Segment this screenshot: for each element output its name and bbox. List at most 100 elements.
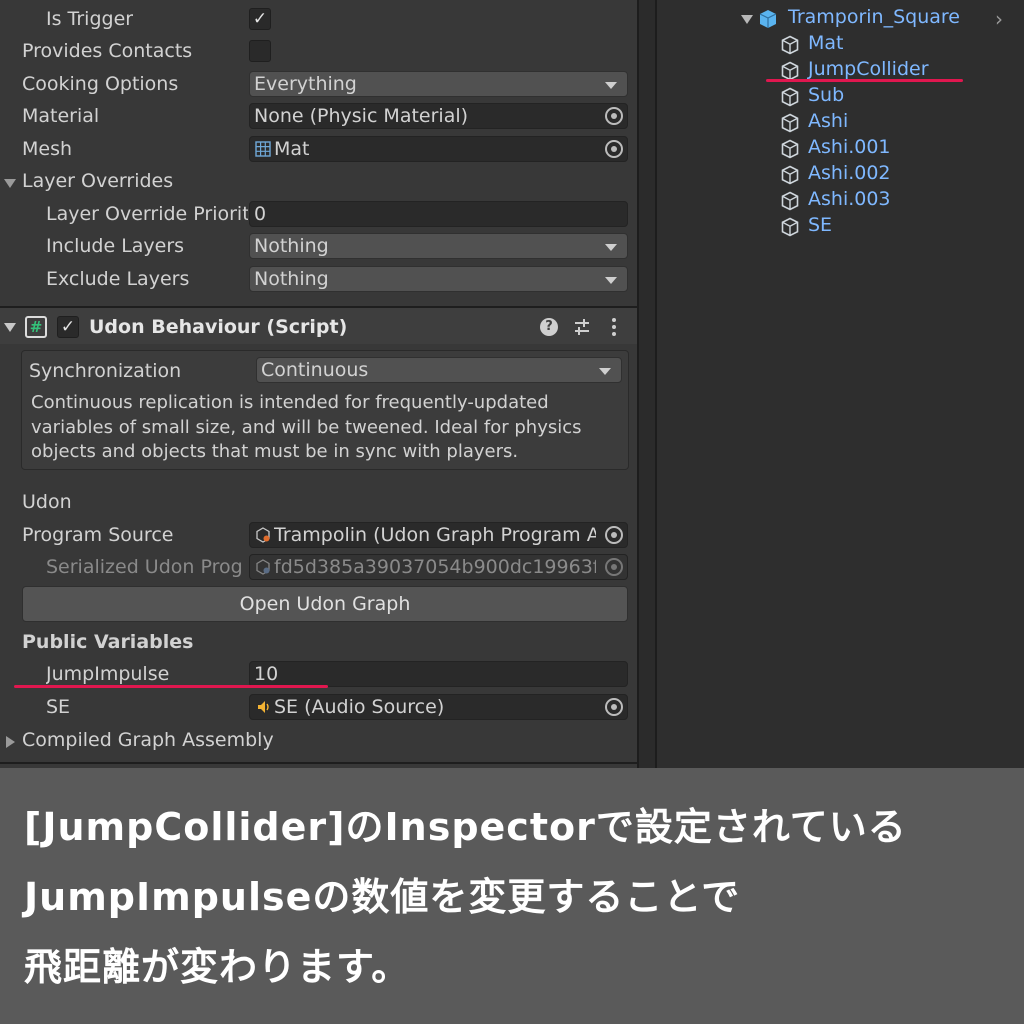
panel-splitter[interactable]: [637, 0, 657, 768]
program-source-value: Trampolin (Udon Graph Program As: [274, 524, 596, 546]
include-layers-label: Include Layers: [46, 235, 185, 257]
cooking-options-dropdown[interactable]: Everything: [249, 71, 628, 97]
hierarchy-panel: Tramporin_Square › Mat JumpCollider Sub Ash…: [712, 0, 1024, 768]
udon-behaviour-title: Udon Behaviour (Script): [89, 316, 348, 338]
udon-behaviour-header[interactable]: # ✓ Udon Behaviour (Script) ?: [0, 308, 637, 344]
se-value: SE (Audio Source): [274, 696, 445, 718]
hierarchy-item[interactable]: Ashi.002: [780, 162, 1010, 186]
se-label: SE: [46, 696, 71, 718]
prefab-cube-icon: [759, 10, 777, 28]
jumpcollider-highlight-underline: [766, 79, 963, 82]
program-source-object-field[interactable]: Trampolin (Udon Graph Program As: [249, 522, 628, 548]
include-layers-value: Nothing: [254, 235, 329, 257]
cooking-options-value: Everything: [254, 73, 357, 95]
help-icon[interactable]: ?: [540, 318, 558, 336]
hierarchy-root-item[interactable]: Tramporin_Square: [736, 6, 1016, 30]
udon-behaviour-enabled-checkbox[interactable]: ✓: [57, 316, 79, 338]
hierarchy-item[interactable]: Mat: [780, 32, 1010, 56]
chevron-right-icon[interactable]: ›: [995, 7, 1003, 31]
synchronization-label: Synchronization: [29, 360, 182, 382]
object-picker-icon[interactable]: [605, 526, 623, 544]
hierarchy-item[interactable]: SE: [780, 214, 1010, 238]
caption-line-3: 飛距離が変わります。: [24, 945, 411, 989]
foldout-expanded-icon[interactable]: [741, 15, 753, 24]
layer-override-priority-label: Layer Override Priority: [46, 203, 248, 225]
hierarchy-item[interactable]: Ashi: [780, 110, 1010, 134]
mesh-object-field[interactable]: Mat: [249, 136, 628, 162]
synchronization-box: Synchronization Continuous Continuous re…: [21, 350, 629, 470]
serialized-program-object-field: fd5d385a39037054b900dc19963f: [249, 554, 628, 580]
foldout-collapsed-icon[interactable]: [6, 736, 15, 748]
hierarchy-gutter: [657, 0, 712, 768]
gameobject-cube-icon: [781, 61, 799, 81]
gameobject-cube-icon: [781, 191, 799, 211]
caption-line-1: [JumpCollider]のInspectorで設定されている: [24, 805, 907, 849]
material-row: Material None (Physic Material): [0, 101, 637, 133]
provides-contacts-label: Provides Contacts: [22, 40, 193, 62]
public-variables-row: Public Variables: [0, 627, 637, 659]
layer-override-priority-row: Layer Override Priority 0: [0, 199, 637, 231]
more-options-icon[interactable]: [611, 317, 617, 337]
program-source-row: Program Source Trampolin (Udon Graph Pro…: [0, 520, 637, 552]
mesh-value: Mat: [274, 138, 310, 160]
sync-help-line: Continuous replication is intended for f…: [31, 392, 549, 413]
provides-contacts-checkbox[interactable]: [249, 40, 271, 62]
sync-help-line: objects and objects that must be in sync…: [31, 441, 519, 462]
object-picker-icon[interactable]: [605, 698, 623, 716]
serialized-program-value: fd5d385a39037054b900dc19963f: [274, 556, 596, 578]
jump-impulse-input[interactable]: 10: [249, 661, 628, 687]
chevron-down-icon: [605, 82, 617, 89]
synchronization-help-text: Continuous replication is intended for f…: [31, 391, 582, 465]
synchronization-dropdown[interactable]: Continuous: [256, 357, 622, 383]
preset-sliders-icon[interactable]: [572, 317, 592, 337]
exclude-layers-value: Nothing: [254, 268, 329, 290]
is-trigger-checkbox[interactable]: ✓: [249, 8, 271, 30]
script-hash-icon: #: [25, 316, 47, 338]
foldout-expanded-icon[interactable]: [4, 323, 16, 332]
mesh-row: Mesh Mat: [0, 134, 637, 166]
foldout-expanded-icon[interactable]: [4, 179, 16, 188]
layer-overrides-label: Layer Overrides: [22, 170, 174, 192]
synchronization-value: Continuous: [261, 359, 369, 381]
hierarchy-item-label: SE: [808, 214, 833, 236]
object-picker-icon[interactable]: [605, 140, 623, 158]
hierarchy-item-label: Ashi.003: [808, 188, 891, 210]
open-udon-graph-button[interactable]: Open Udon Graph: [22, 586, 628, 622]
chevron-down-icon: [599, 368, 611, 375]
chevron-down-icon: [605, 277, 617, 284]
cooking-options-row: Cooking Options Everything: [0, 69, 637, 101]
is-trigger-row: Is Trigger ✓: [0, 4, 637, 36]
unity-editor-screenshot: Is Trigger ✓ Provides Contacts Cooking O…: [0, 0, 1024, 768]
include-layers-dropdown[interactable]: Nothing: [249, 233, 628, 259]
audio-source-icon: [258, 701, 269, 713]
compiled-graph-foldout[interactable]: Compiled Graph Assembly: [0, 725, 637, 757]
gameobject-cube-icon: [781, 217, 799, 237]
object-picker-icon[interactable]: [605, 107, 623, 125]
caption-line-2: JumpImpulseの数値を変更することで: [24, 875, 741, 919]
gameobject-cube-icon: [781, 35, 799, 55]
exclude-layers-dropdown[interactable]: Nothing: [249, 266, 628, 292]
gameobject-cube-icon: [781, 165, 799, 185]
hierarchy-item-label: Ashi.001: [808, 136, 891, 158]
gameobject-cube-icon: [781, 139, 799, 159]
hierarchy-item[interactable]: Ashi.003: [780, 188, 1010, 212]
is-trigger-label: Is Trigger: [46, 8, 134, 30]
se-row: SE SE (Audio Source): [0, 692, 637, 724]
hierarchy-item[interactable]: Sub: [780, 84, 1010, 108]
public-variables-label: Public Variables: [22, 631, 194, 653]
udon-section-label: Udon: [22, 491, 72, 513]
component-separator: [0, 762, 637, 764]
hierarchy-item[interactable]: Ashi.001: [780, 136, 1010, 160]
material-value: None (Physic Material): [254, 105, 469, 127]
layer-override-priority-input[interactable]: 0: [249, 201, 628, 227]
caption-banner: [JumpCollider]のInspectorで設定されている JumpImp…: [0, 768, 1024, 1024]
udon-section-row: Udon: [0, 487, 637, 519]
jump-impulse-label: JumpImpulse: [46, 663, 170, 685]
chevron-down-icon: [605, 244, 617, 251]
material-label: Material: [22, 105, 100, 127]
jump-impulse-value: 10: [254, 663, 279, 685]
material-object-field[interactable]: None (Physic Material): [249, 103, 628, 129]
hierarchy-item-label: JumpCollider: [808, 58, 929, 80]
se-object-field[interactable]: SE (Audio Source): [249, 694, 628, 720]
layer-overrides-foldout[interactable]: Layer Overrides: [0, 166, 637, 198]
